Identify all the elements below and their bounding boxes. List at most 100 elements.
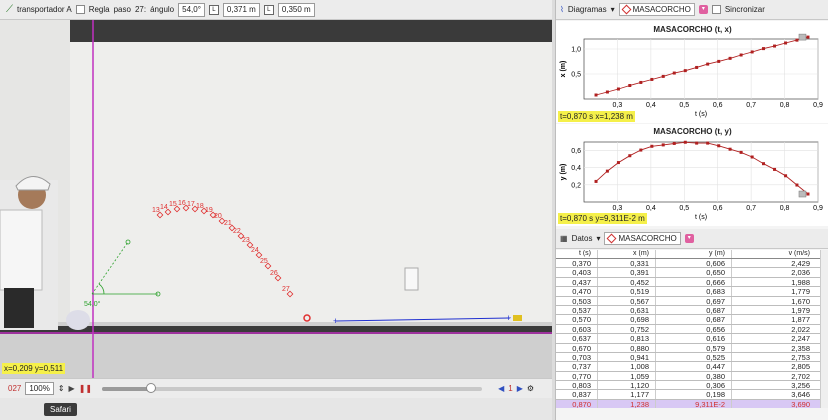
table-row[interactable]: 0,537 0,631 0,687 1,979 <box>556 305 828 316</box>
sync-checkbox[interactable] <box>711 5 721 14</box>
chart-icon: ⌇ <box>560 5 564 14</box>
table-row[interactable]: 0,737 1,008 0,447 2,805 <box>556 362 828 372</box>
y-tick-label: 0,6 <box>571 148 581 155</box>
x-tick-label: 0,5 <box>679 102 689 109</box>
table-row[interactable]: 0,370 0,331 0,606 2,429 <box>556 259 828 269</box>
table-cell: 1,008 <box>598 362 656 371</box>
data-object-dropdown-icon[interactable]: ▾ <box>684 234 694 243</box>
table-cell: 0,698 <box>598 315 656 324</box>
trajectory-label: 26 <box>270 270 278 277</box>
angle-field[interactable]: 54,0° <box>178 2 205 17</box>
table-row[interactable]: 0,503 0,567 0,697 1,670 <box>556 296 828 306</box>
chevron-down-icon[interactable]: ▾ <box>596 234 600 243</box>
data-point <box>717 59 721 63</box>
table-cell: 0,198 <box>656 390 732 399</box>
table-row[interactable]: 0,637 0,813 0,616 2,247 <box>556 334 828 344</box>
table-cell: 0,637 <box>556 334 598 343</box>
table-cell: 0,687 <box>656 315 732 324</box>
table-row[interactable]: 0,437 0,452 0,666 1,988 <box>556 277 828 288</box>
table-cell: 3,646 <box>791 390 810 400</box>
plot-ty[interactable]: MASACORCHO (t, y) 0,3 0,4 0,5 0,6 0,7 0,8 0,9 0… <box>556 124 828 226</box>
object-selector[interactable]: MASACORCHO <box>618 3 695 16</box>
data-point <box>806 192 810 196</box>
slider-fill <box>102 386 152 391</box>
plot-ty-canvas[interactable]: 0,3 0,4 0,5 0,6 0,7 0,8 0,9 0,2 0,4 0,6 t (s) y (m) <box>556 124 828 226</box>
x-tick-label: 0,3 <box>613 205 623 212</box>
ruler-label: Regla <box>88 5 110 14</box>
slider-knob[interactable] <box>146 382 157 393</box>
table-cell: 2,753 <box>791 352 810 362</box>
table-row[interactable]: 0,570 0,698 0,687 1,877 <box>556 315 828 325</box>
table-cell: 0,525 <box>656 352 732 362</box>
x-tick-label: 0,9 <box>813 205 823 212</box>
table-cell: 0,447 <box>656 362 732 371</box>
col-header[interactable]: v (m/s) <box>732 250 816 258</box>
trajectory-label: 15 <box>169 201 177 208</box>
data-object-selector[interactable]: MASACORCHO <box>604 232 681 245</box>
track-name[interactable]: transportador A <box>17 5 72 14</box>
settings-icon[interactable]: ⚙ <box>527 384 534 393</box>
data-point <box>639 148 643 152</box>
data-point <box>717 144 721 148</box>
object-dropdown-icon[interactable]: ▾ <box>698 5 708 14</box>
table-row[interactable]: 0,670 0,880 0,579 2,358 <box>556 343 828 353</box>
table-cell: 0,537 <box>556 305 598 315</box>
data-point <box>616 87 620 91</box>
plot-tx-canvas[interactable]: 0,3 0,4 0,5 0,6 0,7 0,8 0,9 0,5 1,0 t (s) x (m) <box>556 21 828 123</box>
data-point <box>750 155 754 159</box>
table-cell: 0,837 <box>556 390 598 399</box>
object-name: MASACORCHO <box>632 5 691 14</box>
data-point <box>594 179 598 183</box>
zoom-field[interactable]: 100% <box>25 382 54 395</box>
table-cell: 0,579 <box>656 343 732 353</box>
table-row[interactable]: 0,403 0,391 0,650 2,036 <box>556 268 828 278</box>
step-forward-icon[interactable]: ▶ <box>517 384 523 393</box>
plot-tx[interactable]: MASACORCHO (t, x) 0,3 0,4 0,5 0,6 0,7 0,8 0,9 0… <box>556 21 828 123</box>
table-row[interactable]: 0,837 1,177 0,198 3,646 <box>556 390 828 400</box>
col-header[interactable]: x (m) <box>598 250 656 258</box>
table-cell: 0,331 <box>598 259 656 268</box>
table-cell: 2,702 <box>791 371 810 381</box>
step-back-icon[interactable]: ◀ <box>498 384 504 393</box>
data-point <box>773 44 777 48</box>
table-cell: 0,503 <box>556 296 598 306</box>
data-point <box>695 65 699 69</box>
table-cell: 1,988 <box>791 277 810 287</box>
status-bar <box>0 398 552 420</box>
video-panel[interactable]: 54,0° + + 13 14 15 16 17 18 19 20 21 22 23 24 25 26 27… <box>0 20 552 378</box>
pause-icon[interactable]: ❚❚ <box>79 384 92 393</box>
table-row[interactable]: 0,470 0,519 0,683 1,779 <box>556 287 828 297</box>
table-icon: ▦ <box>560 234 568 243</box>
chevron-down-icon[interactable]: ▾ <box>611 5 615 14</box>
table-cell: 0,687 <box>656 305 732 315</box>
table-scrollbar[interactable] <box>820 250 828 408</box>
data-table[interactable]: t (s) x (m) y (m) v (m/s) 0,370 0,331 0,60… <box>556 250 828 408</box>
protractor-icon[interactable]: ⟋ <box>6 4 13 15</box>
frame-slider[interactable] <box>102 382 483 393</box>
table-cell: 2,247 <box>791 334 810 344</box>
data-point <box>661 74 665 78</box>
data-menu[interactable]: Datos <box>572 234 593 243</box>
table-cell: 0,666 <box>656 277 732 287</box>
col-header[interactable]: t (s) <box>556 250 598 258</box>
L1-field[interactable]: 0,371 m <box>222 2 260 17</box>
table-row[interactable]: 0,603 0,752 0,656 2,022 <box>556 324 828 335</box>
diagrams-menu[interactable]: Diagramas <box>568 5 607 14</box>
table-row[interactable]: 0,803 1,120 0,306 3,256 <box>556 381 828 391</box>
table-cell: 0,803 <box>556 381 598 390</box>
ruler-checkbox[interactable] <box>75 5 85 14</box>
svg-text:+: + <box>506 313 511 323</box>
table-cell: 0,631 <box>598 305 656 315</box>
table-row[interactable]: 0,770 1,059 0,380 2,702 <box>556 371 828 382</box>
video-toolbar: ⟋ transportador A Regla paso 27: ángulo … <box>0 0 552 20</box>
table-row[interactable]: 0,703 0,941 0,525 2,753 <box>556 352 828 363</box>
data-point <box>739 150 743 154</box>
col-header[interactable]: y (m) <box>656 250 732 258</box>
play-icon[interactable]: ▶ <box>69 384 75 393</box>
data-point <box>650 144 654 148</box>
L2-field[interactable]: 0,350 m <box>277 2 315 17</box>
zoom-stepper-icon[interactable]: ⇕ <box>58 384 65 393</box>
table-row[interactable]: 0,870 1,238 9,311E-2 3,690 <box>556 399 828 408</box>
trajectory-label: 20 <box>214 213 222 220</box>
L2-icon: L <box>263 4 274 15</box>
